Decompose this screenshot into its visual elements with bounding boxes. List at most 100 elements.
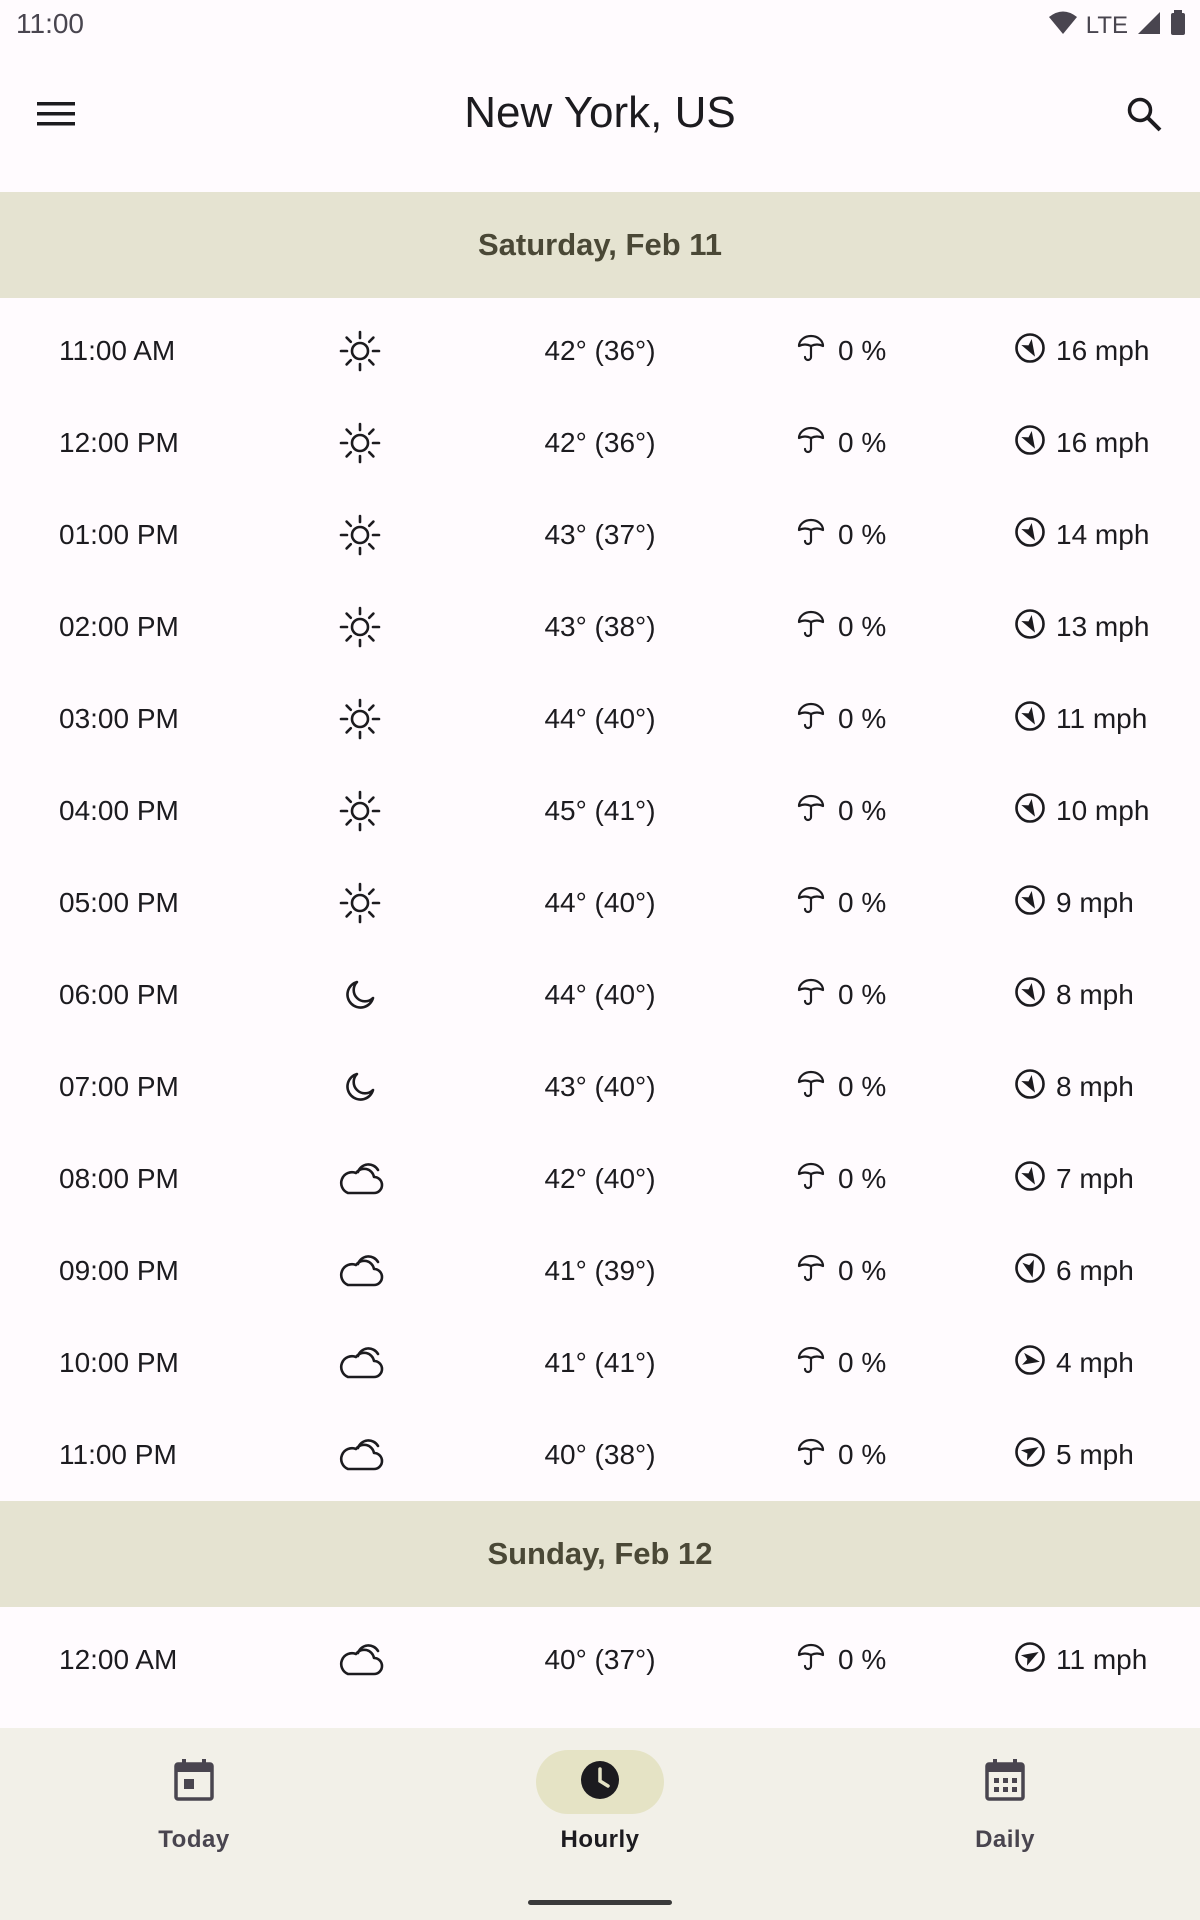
temperature: 40° (38°): [544, 1439, 656, 1470]
wind: 11 mph: [1012, 673, 1152, 765]
wind-speed: 14 mph: [1056, 519, 1150, 550]
nav-hourly-pill: [536, 1750, 664, 1814]
wind-direction-icon: [1014, 516, 1046, 555]
nav-today[interactable]: Today: [94, 1750, 294, 1854]
umbrella-icon: [796, 425, 826, 462]
page-title: New York, US: [464, 88, 736, 137]
precipitation-value: 0 %: [838, 795, 887, 826]
hour-time: 12:00 AM: [59, 1644, 178, 1675]
wind-speed: 4 mph: [1056, 1347, 1134, 1378]
sun-icon: [334, 880, 386, 926]
cloud-icon: [334, 1156, 386, 1202]
hour-time: 12:00 PM: [59, 427, 179, 458]
hourly-row[interactable]: [0, 1706, 1200, 1728]
wind-direction-icon: [1014, 332, 1046, 371]
wind-speed: 6 mph: [1056, 1255, 1134, 1286]
wind-direction-icon: [1014, 1641, 1046, 1680]
clock-icon: [580, 1760, 620, 1805]
wind-speed: 8 mph: [1056, 1071, 1134, 1102]
precipitation: 0 %: [796, 765, 886, 857]
hourly-row[interactable]: 06:00 PM 44° (40°) 0 % 8 mph: [0, 949, 1200, 1041]
hourly-row[interactable]: 12:00 PM 42° (36°) 0 % 16 mph: [0, 397, 1200, 489]
hourly-row[interactable]: 01:00 PM 43° (37°) 0 % 14 mph: [0, 489, 1200, 581]
nav-hourly[interactable]: Hourly: [500, 1750, 700, 1854]
wind-direction-icon: [1014, 1344, 1046, 1383]
sun-icon: [334, 512, 386, 558]
wind-speed: 11 mph: [1056, 1644, 1148, 1675]
temperature: 44° (40°): [544, 979, 656, 1010]
search-button[interactable]: [1114, 86, 1174, 146]
hour-time: 06:00 PM: [59, 979, 179, 1010]
cloud-icon: [334, 1432, 386, 1478]
nav-today-pill: [130, 1750, 258, 1814]
wind: 16 mph: [1012, 305, 1152, 397]
nav-daily-label: Daily: [975, 1826, 1035, 1853]
wind: 5 mph: [1012, 1409, 1152, 1501]
hourly-list[interactable]: Saturday, Feb 11 11:00 AM 42° (36°) 0 % 16 m…: [0, 192, 1200, 1728]
cloud-icon: [334, 1637, 386, 1683]
precipitation-value: 0 %: [838, 1255, 887, 1286]
precipitation: 0 %: [796, 857, 886, 949]
gesture-handle[interactable]: [528, 1900, 672, 1905]
hour-time: 03:00 PM: [59, 703, 179, 734]
hourly-row[interactable]: 09:00 PM 41° (39°) 0 % 6 mph: [0, 1225, 1200, 1317]
wind: 11 mph: [1012, 1614, 1152, 1706]
umbrella-icon: [796, 609, 826, 646]
wind-speed: 8 mph: [1056, 979, 1134, 1010]
temperature: 41° (41°): [544, 1347, 656, 1378]
temperature: 42° (40°): [544, 1163, 656, 1194]
hourly-row[interactable]: 04:00 PM 45° (41°) 0 % 10 mph: [0, 765, 1200, 857]
temperature: 42° (36°): [544, 427, 656, 458]
precipitation: 0 %: [796, 1317, 886, 1409]
nav-daily[interactable]: Daily: [905, 1750, 1105, 1854]
wind-direction-icon: [1014, 1068, 1046, 1107]
temperature: 41° (39°): [544, 1255, 656, 1286]
wind: 8 mph: [1012, 1041, 1152, 1133]
wind-direction-icon: [1014, 424, 1046, 463]
hourly-row[interactable]: 08:00 PM 42° (40°) 0 % 7 mph: [0, 1133, 1200, 1225]
wifi-icon: [1048, 10, 1078, 41]
wind-direction-icon: [1014, 1160, 1046, 1199]
calendar-month-icon: [985, 1758, 1025, 1806]
umbrella-icon: [796, 1345, 826, 1382]
precipitation: 0 %: [796, 489, 886, 581]
hourly-row[interactable]: 11:00 AM 42° (36°) 0 % 16 mph: [0, 305, 1200, 397]
precipitation: 0 %: [796, 1614, 886, 1706]
temperature: 43° (40°): [544, 1071, 656, 1102]
nav-today-label: Today: [158, 1826, 230, 1853]
hourly-row[interactable]: 07:00 PM 43° (40°) 0 % 8 mph: [0, 1041, 1200, 1133]
hour-time: 07:00 PM: [59, 1071, 179, 1102]
precipitation-value: 0 %: [838, 427, 887, 458]
hourly-row[interactable]: 02:00 PM 43° (38°) 0 % 13 mph: [0, 581, 1200, 673]
nav-daily-pill: [941, 1750, 1069, 1814]
wind-speed: 10 mph: [1056, 795, 1150, 826]
precipitation-value: 0 %: [838, 1644, 887, 1675]
precipitation: 0 %: [796, 1041, 886, 1133]
bottom-navigation: Today Hourly Daily: [0, 1728, 1200, 1920]
precipitation-value: 0 %: [838, 1163, 887, 1194]
hour-time: 05:00 PM: [59, 887, 179, 918]
hourly-row[interactable]: 12:00 AM 40° (37°) 0 % 11 mph: [0, 1614, 1200, 1706]
hourly-row[interactable]: 11:00 PM 40° (38°) 0 % 5 mph: [0, 1409, 1200, 1501]
hour-time: 09:00 PM: [59, 1255, 179, 1286]
hourly-row[interactable]: 10:00 PM 41° (41°) 0 % 4 mph: [0, 1317, 1200, 1409]
wind-direction-icon: [1014, 1436, 1046, 1475]
cloud-icon: [334, 1248, 386, 1294]
temperature: 45° (41°): [544, 795, 656, 826]
umbrella-icon: [796, 333, 826, 370]
precipitation-value: 0 %: [838, 611, 887, 642]
temperature: 42° (36°): [544, 335, 656, 366]
precipitation-value: 0 %: [838, 979, 887, 1010]
hourly-row[interactable]: 05:00 PM 44° (40°) 0 % 9 mph: [0, 857, 1200, 949]
wind: 4 mph: [1012, 1317, 1152, 1409]
precipitation: 0 %: [796, 949, 886, 1041]
hourly-row[interactable]: 03:00 PM 44° (40°) 0 % 11 mph: [0, 673, 1200, 765]
wind-speed: 16 mph: [1056, 335, 1150, 366]
status-icons: LTE: [1048, 10, 1186, 41]
status-bar: 11:00 LTE: [0, 0, 1200, 50]
umbrella-icon: [796, 885, 826, 922]
temperature: 44° (40°): [544, 887, 656, 918]
wind-speed: 13 mph: [1056, 611, 1150, 642]
precipitation-value: 0 %: [838, 519, 887, 550]
